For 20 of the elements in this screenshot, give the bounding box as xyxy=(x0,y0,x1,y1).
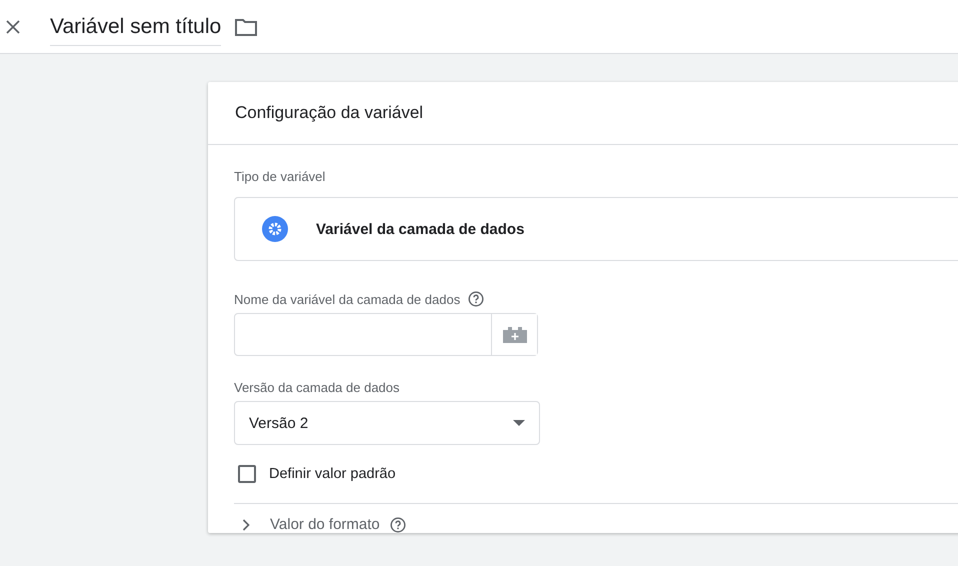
help-icon[interactable] xyxy=(468,291,484,307)
version-dropdown[interactable]: Versão 2 xyxy=(234,401,540,445)
brick-plus-icon xyxy=(502,326,528,342)
card-title: Configuração da variável xyxy=(235,103,424,123)
field-label: Nome da variável da camada de dados xyxy=(234,292,460,306)
help-icon[interactable] xyxy=(390,516,406,532)
chevron-icon xyxy=(242,518,250,530)
variable-type-selector[interactable]: Variável da camada de dados xyxy=(234,197,958,261)
checkbox[interactable] xyxy=(238,465,256,483)
dropdown-caret-icon xyxy=(513,420,525,426)
gear-icon xyxy=(262,216,288,242)
variable-picker-button[interactable] xyxy=(491,314,537,355)
variable-name-field[interactable]: Variável sem título xyxy=(50,11,222,46)
input-field[interactable] xyxy=(234,313,538,356)
checkbox-label[interactable]: Definir valor padrão xyxy=(269,466,396,482)
format-section-toggle[interactable]: Valor do formato xyxy=(242,516,380,533)
field-label: Tipo de variável xyxy=(234,169,326,184)
close-icon xyxy=(5,18,21,34)
field-label: Versão da camada de dados xyxy=(234,380,400,395)
folder-icon[interactable] xyxy=(235,18,258,36)
